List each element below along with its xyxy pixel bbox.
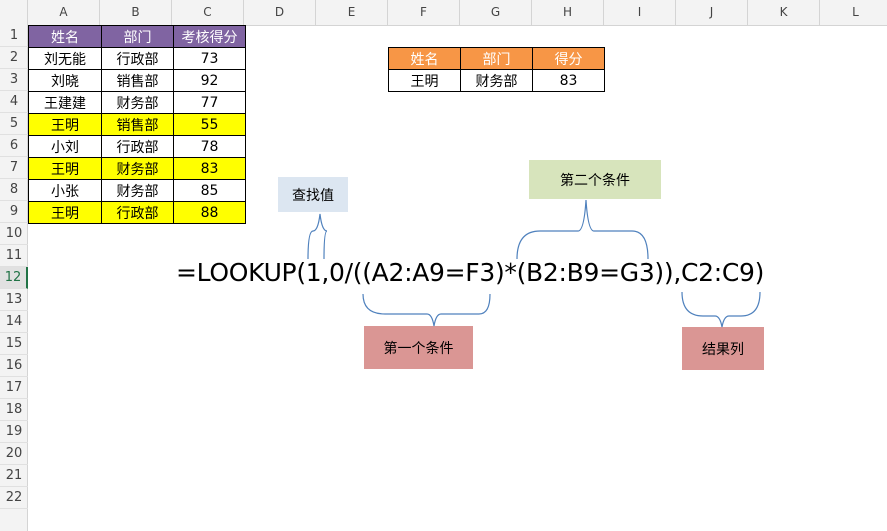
lookup-value-brace — [307, 213, 328, 260]
first-condition-brace — [362, 293, 491, 327]
second-condition-brace — [516, 199, 649, 260]
result-column-brace — [681, 291, 761, 328]
brace-connectors — [307, 199, 761, 328]
